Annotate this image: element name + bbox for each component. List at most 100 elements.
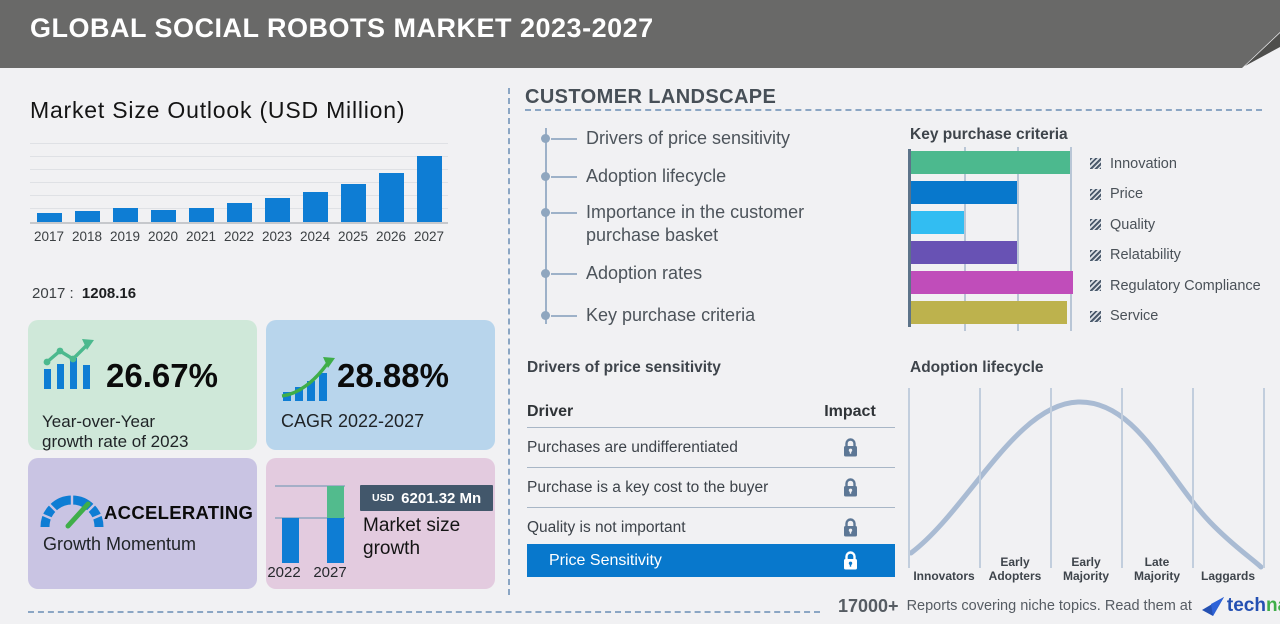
year-tick-label: 2019 [109, 229, 141, 244]
technavio-arrow-icon [1201, 596, 1224, 616]
year-tick-label: 2025 [337, 229, 369, 244]
criteria-bar [911, 151, 1070, 174]
footer-text: Reports covering niche topics. Read them… [906, 598, 1192, 614]
node-dot-icon [541, 208, 550, 217]
lock-icon [843, 551, 857, 570]
legend-label: Quality [1110, 216, 1156, 233]
hatched-swatch-icon [1090, 280, 1101, 291]
key-purchase-criteria-legend: Innovation Price Quality Relatability Regula… [1090, 152, 1261, 335]
year-tick-label: 2020 [147, 229, 179, 244]
adoption-lifecycle-title: Adoption lifecycle [910, 359, 1044, 376]
market-bar-column: 2025 [334, 144, 372, 244]
market-bar-column: 2022 [220, 144, 258, 244]
separator: : [69, 285, 74, 302]
market-outlook-title: Market Size Outlook (USD Million) [30, 97, 406, 123]
impact-lock-cell [805, 517, 895, 538]
legend-item: Price [1090, 183, 1261, 206]
hatched-swatch-icon [1090, 249, 1101, 261]
node-dot-icon [541, 134, 550, 143]
momentum-status: ACCELERATING [104, 502, 254, 523]
stage-label: Early Majority [1062, 555, 1109, 583]
yoy-growth-card: 26.67% Year-over-Year growth rate of 202… [28, 320, 257, 451]
landscape-list-item: Importance in the customer purchase bask… [541, 201, 844, 247]
market-bar-column: 2024 [296, 144, 334, 244]
landscape-item-label: Drivers of price sensitivity [586, 128, 791, 148]
market-size-bar [264, 198, 290, 222]
impact-lock-cell [805, 477, 895, 498]
mini-chart-year-right: 2027 [313, 564, 347, 581]
node-dot-icon [541, 311, 550, 320]
driver-label: Purchase is a key cost to the buyer [527, 478, 769, 496]
year-tick-label: 2023 [261, 229, 293, 244]
criteria-bar [911, 181, 1017, 204]
node-connector [551, 211, 577, 214]
impact-lock-cell [805, 550, 895, 571]
stat-cards: 26.67% Year-over-Year growth rate of 202… [28, 320, 495, 589]
criteria-bar [911, 301, 1067, 324]
desc-line-1: Year-over-Year [42, 412, 156, 431]
vertical-dashed-divider [508, 88, 510, 595]
yoy-growth-value: 26.67% [106, 357, 218, 394]
legend-item: Quality [1090, 213, 1261, 236]
market-size-bar [74, 211, 100, 222]
landscape-list-item: Adoption lifecycle [541, 165, 726, 188]
landscape-item-label: Importance in the customer purchase bask… [586, 202, 805, 245]
year-tick-label: 2018 [71, 229, 103, 244]
lock-icon [843, 518, 857, 537]
momentum-desc: Growth Momentum [43, 534, 197, 554]
year-tick-label: 2026 [375, 229, 407, 244]
market-size-bar [416, 156, 442, 222]
adoption-lifecycle-chart: Innovators Early Adopters Early Majority La… [908, 388, 1265, 585]
legend-label: Price [1110, 186, 1144, 202]
criteria-bars [911, 151, 1073, 324]
market-bar-column: 2026 [372, 144, 410, 244]
key-purchase-criteria-title: Key purchase criteria [910, 126, 1068, 143]
stage-label: Laggards [1200, 568, 1255, 583]
landscape-item-label: Key purchase criteria [586, 305, 756, 325]
criteria-bar [911, 271, 1073, 294]
market-bar-column: 2019 [106, 144, 144, 244]
market-size-bar [340, 184, 366, 222]
landscape-item-label: Adoption lifecycle [586, 166, 727, 186]
technavio-logo[interactable]: technavio™ [1201, 595, 1280, 617]
page-title: GLOBAL SOCIAL ROBOTS MARKET 2023-2027 [30, 13, 654, 43]
market-bar-column: 2017 [30, 144, 68, 244]
market-size-bar [226, 203, 252, 222]
speedometer-icon [40, 493, 104, 529]
year-tick-label: 2021 [185, 229, 217, 244]
hatched-swatch-icon [1090, 158, 1101, 169]
market-size-bar [302, 192, 328, 222]
growth-desc: Market size growth [363, 515, 461, 559]
drivers-table-header: Driver Impact [527, 392, 895, 428]
market-size-bar [378, 173, 404, 222]
market-size-bar [150, 210, 176, 222]
node-dot-icon [541, 269, 550, 278]
market-bar-column: 2023 [258, 144, 296, 244]
year-tick-label: 2024 [299, 229, 331, 244]
node-connector [551, 314, 577, 317]
base-year-amount: 1208.16 [81, 285, 137, 302]
footer: 17000+ Reports covering niche topics. Re… [838, 595, 1280, 617]
mini-chart-year-left: 2022 [267, 564, 301, 581]
yoy-growth-desc: Year-over-Year growth rate of 2023 [42, 412, 188, 451]
market-size-bar [188, 208, 214, 222]
cagr-desc: CAGR 2022-2027 [281, 411, 425, 431]
growth-momentum-card: ACCELERATING Growth Momentum [28, 458, 257, 589]
market-size-bar [112, 208, 138, 222]
column-impact: Impact [824, 403, 876, 420]
desc-line-2: growth rate of 2023 [42, 431, 189, 451]
impact-lock-cell [805, 437, 895, 458]
price-sensitivity-highlight-row: Price Sensitivity [527, 544, 895, 577]
market-size-growth-card: 2022 2027 USD 6201.32 Mn Market size gro… [266, 458, 495, 589]
landscape-list-item: Key purchase criteria [541, 304, 755, 327]
lock-icon [843, 478, 857, 497]
market-bar-column: 2021 [182, 144, 220, 244]
market-bar-column: 2027 [410, 144, 448, 244]
stage-label: Early Adopters [988, 555, 1042, 583]
legend-item: Service [1090, 305, 1261, 328]
legend-label: Innovation [1110, 155, 1177, 172]
criteria-bar [911, 241, 1017, 264]
driver-label: Quality is not important [527, 518, 686, 536]
legend-label: Service [1110, 308, 1159, 324]
cagr-card: 28.88% CAGR 2022-2027 [266, 320, 495, 450]
